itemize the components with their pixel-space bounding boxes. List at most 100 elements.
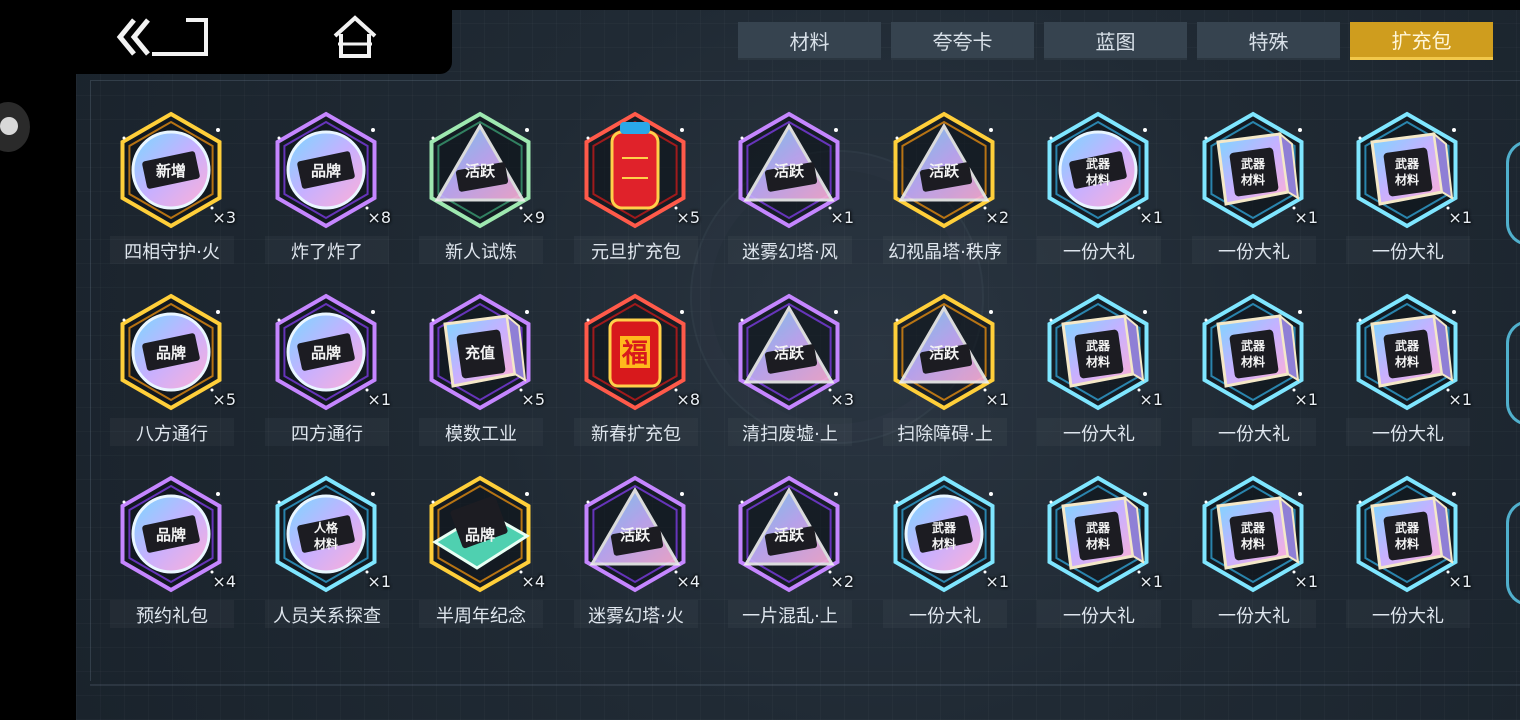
item-count: ×1: [1448, 208, 1472, 227]
svg-text:武器: 武器: [1086, 338, 1111, 353]
svg-text:品牌: 品牌: [465, 526, 495, 544]
tab-special[interactable]: 特殊: [1197, 22, 1340, 60]
item-slot[interactable]: 武器 材料 ×1 一份大礼: [1178, 472, 1330, 642]
svg-text:武器: 武器: [1086, 156, 1111, 171]
item-count: ×1: [985, 572, 1009, 591]
item-slot[interactable]: 品牌 ×1 四方通行: [251, 290, 403, 460]
svg-text:活跃: 活跃: [929, 162, 960, 180]
svg-text:福: 福: [621, 339, 648, 369]
item-slot[interactable]: 新增 ×3 四相守护·火: [96, 108, 248, 278]
svg-text:材料: 材料: [313, 536, 338, 551]
svg-text:材料: 材料: [1085, 354, 1110, 369]
svg-text:材料: 材料: [1240, 354, 1265, 369]
svg-text:武器: 武器: [932, 520, 957, 535]
item-count: ×1: [1294, 572, 1318, 591]
item-count: ×2: [830, 572, 854, 591]
svg-text:武器: 武器: [1395, 338, 1420, 353]
item-slot[interactable]: 武器 材料 ×1 一份大礼: [1332, 472, 1484, 642]
item-name: 新春扩充包: [591, 424, 681, 445]
double-chevron-left-icon: [116, 18, 208, 56]
item-name: 一份大礼: [1218, 606, 1290, 627]
item-name: 炸了炸了: [291, 242, 363, 263]
svg-text:活跃: 活跃: [774, 344, 805, 362]
item-slot[interactable]: 武器 材料 ×1 一份大礼: [1023, 290, 1175, 460]
item-name: 一份大礼: [1372, 242, 1444, 263]
item-name: 元旦扩充包: [591, 242, 681, 263]
svg-text:材料: 材料: [1240, 536, 1265, 551]
item-slot[interactable]: 人格 材料 ×1 人员关系探查: [251, 472, 403, 642]
item-count: ×1: [367, 390, 391, 409]
item-count: ×3: [212, 208, 236, 227]
svg-text:武器: 武器: [1086, 520, 1111, 535]
item-count: ×1: [1448, 390, 1472, 409]
item-slot[interactable]: 活跃 ×1 迷雾幻塔·风: [714, 108, 866, 278]
svg-text:武器: 武器: [1241, 338, 1266, 353]
item-name: 迷雾幻塔·风: [742, 242, 838, 263]
tab-materials[interactable]: 材料: [738, 22, 881, 60]
item-name: 一份大礼: [909, 606, 981, 627]
item-name: 半周年纪念: [436, 606, 526, 627]
item-slot[interactable]: 武器 材料 ×1 一份大礼: [1023, 108, 1175, 278]
item-slot[interactable]: 活跃 ×1 扫除障碍·上: [869, 290, 1021, 460]
item-count: ×8: [367, 208, 391, 227]
item-count: ×4: [212, 572, 236, 591]
item-slot[interactable]: 武器 材料 ×1 一份大礼: [1178, 108, 1330, 278]
item-count: ×9: [521, 208, 545, 227]
svg-text:武器: 武器: [1241, 520, 1266, 535]
item-slot[interactable]: 活跃 ×9 新人试炼: [405, 108, 557, 278]
item-name: 模数工业: [445, 424, 517, 445]
item-slot[interactable]: 活跃 ×2 幻视晶塔·秩序: [869, 108, 1021, 278]
floating-handle-dot-icon[interactable]: [0, 117, 18, 135]
item-name: 人员关系探查: [273, 606, 381, 627]
item-slot[interactable]: 活跃 ×2 一片混乱·上: [714, 472, 866, 642]
item-slot[interactable]: 武器 材料 ×1 一份大礼: [1332, 108, 1484, 278]
item-slot[interactable]: 武器 材料 ×1 一份大礼: [869, 472, 1021, 642]
item-count: ×5: [676, 208, 700, 227]
tab-blueprints[interactable]: 蓝图: [1044, 22, 1187, 60]
item-name: 清扫废墟·上: [742, 424, 838, 445]
item-count: ×8: [676, 390, 700, 409]
item-name: 扫除障碍·上: [897, 424, 993, 445]
item-slot[interactable]: 品牌 ×8 炸了炸了: [251, 108, 403, 278]
item-slot[interactable]: 武器 材料 ×1 一份大礼: [1332, 290, 1484, 460]
item-slot[interactable]: 武器 材料 ×1 一份大礼: [1178, 290, 1330, 460]
item-count: ×5: [521, 390, 545, 409]
svg-text:材料: 材料: [1085, 536, 1110, 551]
home-icon: [333, 15, 377, 58]
svg-text:材料: 材料: [1394, 354, 1419, 369]
item-name: 一份大礼: [1063, 424, 1135, 445]
item-count: ×1: [1139, 390, 1163, 409]
item-name: 一份大礼: [1218, 242, 1290, 263]
item-count: ×4: [521, 572, 545, 591]
item-slot[interactable]: 活跃 ×3 清扫废墟·上: [714, 290, 866, 460]
svg-text:材料: 材料: [931, 536, 956, 551]
item-slot[interactable]: 品牌 ×5 八方通行: [96, 290, 248, 460]
item-name: 一份大礼: [1372, 424, 1444, 445]
tab-praise-cards[interactable]: 夸夸卡: [891, 22, 1034, 60]
item-count: ×1: [985, 390, 1009, 409]
svg-text:材料: 材料: [1394, 172, 1419, 187]
item-name: 幻视晶塔·秩序: [888, 242, 1002, 263]
svg-text:活跃: 活跃: [465, 162, 496, 180]
item-slot[interactable]: ×5 元旦扩充包: [560, 108, 712, 278]
item-slot[interactable]: 福 ×8 新春扩充包: [560, 290, 712, 460]
item-count: ×1: [367, 572, 391, 591]
item-slot[interactable]: 充值 ×5 模数工业: [405, 290, 557, 460]
item-name: 预约礼包: [136, 606, 208, 627]
item-slot[interactable]: 品牌 ×4 预约礼包: [96, 472, 248, 642]
item-count: ×5: [212, 390, 236, 409]
item-slot[interactable]: 品牌 ×4 半周年纪念: [405, 472, 557, 642]
svg-text:活跃: 活跃: [774, 526, 805, 544]
category-tabs: 材料 夸夸卡 蓝图 特殊 扩充包: [738, 22, 1493, 60]
item-slot[interactable]: 活跃 ×4 迷雾幻塔·火: [560, 472, 712, 642]
svg-text:材料: 材料: [1240, 172, 1265, 187]
item-count: ×2: [985, 208, 1009, 227]
home-button[interactable]: [330, 14, 380, 60]
item-slot[interactable]: 武器 材料 ×1 一份大礼: [1023, 472, 1175, 642]
back-button[interactable]: [112, 14, 212, 60]
item-name: 一份大礼: [1063, 606, 1135, 627]
tab-expansion-packs[interactable]: 扩充包: [1350, 22, 1493, 60]
item-name: 一份大礼: [1372, 606, 1444, 627]
next-column-peek: [1504, 120, 1520, 620]
svg-text:品牌: 品牌: [311, 344, 341, 362]
